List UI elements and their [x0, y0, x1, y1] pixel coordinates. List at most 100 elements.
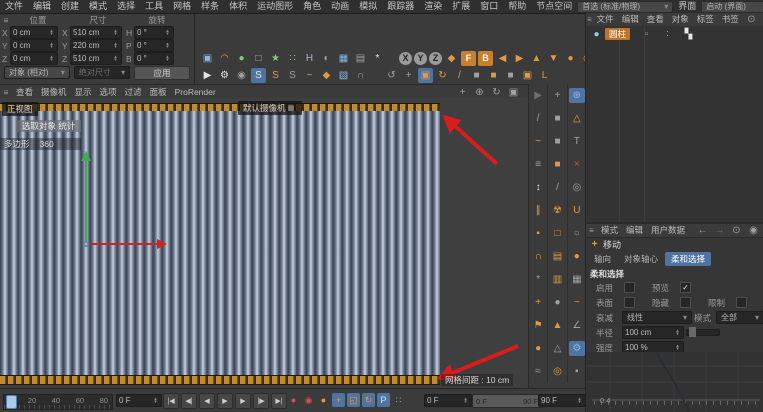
rot-h-field[interactable]: 0 °	[134, 26, 174, 39]
plane-grid-icon[interactable]: ▦	[336, 51, 351, 66]
goto-start-button[interactable]: |◀	[163, 393, 179, 409]
grid-snap-icon[interactable]: ▦	[569, 272, 585, 287]
size-x-field[interactable]: 510 cm	[70, 26, 122, 39]
spinner-icon[interactable]	[48, 30, 55, 36]
object-manager-menu-item[interactable]: 书签	[718, 13, 743, 26]
object-mode-dropdown[interactable]: 对象 (相对)	[4, 66, 70, 79]
disc-icon[interactable]: ◎	[549, 364, 565, 379]
viewport-menu-item[interactable]: 显示	[71, 86, 96, 99]
spinner-icon[interactable]	[164, 43, 171, 49]
target-icon[interactable]: ◎	[569, 180, 585, 195]
angle-icon[interactable]: ∠	[569, 318, 585, 333]
wave-icon[interactable]: ≈	[530, 364, 546, 379]
menubar-item[interactable]: 窗口	[475, 0, 503, 13]
mode-cube-1-icon[interactable]: ■	[469, 68, 484, 83]
spinner-icon[interactable]	[164, 30, 171, 36]
mode-cube-2-icon[interactable]: ■	[486, 68, 501, 83]
limit-checkbox[interactable]	[736, 297, 747, 308]
menubar-item[interactable]: 创建	[56, 0, 84, 13]
menubar-item[interactable]: 运动图形	[252, 0, 298, 13]
menubar-item[interactable]: 跟踪器	[382, 0, 419, 13]
globe-icon[interactable]: ⊕	[569, 88, 585, 103]
spinner-icon[interactable]	[576, 398, 583, 404]
play-button[interactable]: ▶	[217, 393, 233, 409]
falloff-dropdown[interactable]: 线性	[622, 311, 692, 324]
rotate-tool-icon[interactable]: ↻	[435, 68, 450, 83]
hand-icon[interactable]: +	[530, 295, 546, 310]
next-key-button[interactable]: |▶	[253, 393, 269, 409]
pos-x-field[interactable]: 0 cm	[10, 26, 58, 39]
magnet-b-icon[interactable]: U	[569, 203, 585, 218]
goto-end-button[interactable]: ▶|	[271, 393, 287, 409]
back-icon[interactable]: ←	[695, 223, 710, 238]
interface-dropdown[interactable]: 启动 (界面)	[701, 1, 763, 13]
menubar-item[interactable]: 角色	[298, 0, 326, 13]
lock-b-icon[interactable]: ▪	[569, 364, 585, 379]
render-settings-button[interactable]: ⚙	[217, 68, 232, 83]
object-manager-menu-item[interactable]: 查看	[643, 13, 668, 26]
record-keyframe-button[interactable]: ●	[287, 393, 300, 407]
axis-icon[interactable]: +	[549, 88, 565, 103]
size-z-field[interactable]: 510 cm	[70, 52, 122, 65]
object-row[interactable]: ● 圆柱 ▫∶▚	[588, 28, 697, 40]
attribute-menu-item[interactable]: 模式	[597, 224, 622, 237]
menubar-item[interactable]: 扩展	[447, 0, 475, 13]
cluster-icon[interactable]: ∷	[285, 51, 300, 66]
spinner-icon[interactable]	[48, 56, 55, 62]
viewport-canvas[interactable]: 正视图 默认摄像机 ▦ 选取对象 统计 多边形 360 网格间距 : 10 cm	[0, 98, 528, 388]
magnet-icon[interactable]: H	[302, 51, 317, 66]
key-position-toggle[interactable]: +	[332, 393, 345, 407]
menubar-item[interactable]: 模式	[84, 0, 112, 13]
tab-object-axis[interactable]: 对象轴心	[618, 252, 664, 266]
viewport-menu-item[interactable]: 面板	[146, 86, 171, 99]
sphere-orange-button[interactable]: ●	[563, 51, 578, 66]
visibility-dots-icon[interactable]: ∶	[660, 27, 675, 42]
pos-y-field[interactable]: 0 cm	[10, 39, 58, 52]
object-manager-menu-item[interactable]: 对象	[668, 13, 693, 26]
sss-button-1[interactable]: S	[251, 68, 266, 83]
cube-a-icon[interactable]: ■	[549, 111, 565, 126]
b-button[interactable]: B	[478, 51, 493, 66]
menubar-item[interactable]: 选择	[112, 0, 140, 13]
radioactive-icon[interactable]: ☢	[549, 203, 565, 218]
sss-button-2[interactable]: S	[268, 68, 283, 83]
tab-soft-selection[interactable]: 柔和选择	[665, 252, 711, 266]
paint-icon[interactable]: ~	[302, 68, 317, 83]
mode-dropdown[interactable]: 全部	[716, 311, 763, 324]
panel-menu-icon[interactable]: ≡	[587, 223, 596, 238]
menubar-item[interactable]: 渲染	[419, 0, 447, 13]
z-axis-lock-button[interactable]: Z	[429, 52, 442, 65]
attribute-menu-item[interactable]: 用户数据	[647, 224, 689, 237]
surface-checkbox[interactable]	[624, 297, 635, 308]
mixer-icon[interactable]: ∥	[530, 203, 546, 218]
sss-button-3[interactable]: S	[285, 68, 300, 83]
clone-icon[interactable]: ≡	[530, 157, 546, 172]
drop-icon[interactable]: ●	[530, 341, 546, 356]
prev-arrow-button[interactable]: ◀	[495, 51, 510, 66]
apply-button[interactable]: 应用	[134, 66, 190, 80]
knife-b-icon[interactable]: /	[549, 180, 565, 195]
menubar-item[interactable]: 帮助	[503, 0, 531, 13]
radius-slider[interactable]	[686, 329, 720, 336]
f-button[interactable]: F	[461, 51, 476, 66]
dome-icon[interactable]: ∩	[353, 68, 368, 83]
prev-frame-button[interactable]: ◀	[199, 393, 215, 409]
box-stack-icon[interactable]: ▤	[549, 249, 565, 264]
spinner-icon[interactable]	[164, 56, 171, 62]
key-scale-toggle[interactable]: ◱	[347, 393, 360, 407]
menubar-item[interactable]: 样条	[196, 0, 224, 13]
dot-icon[interactable]: ●	[569, 249, 585, 264]
size-mode-dropdown[interactable]: 绝对尺寸	[74, 66, 130, 79]
object-cylinder-icon[interactable]: ●	[589, 27, 604, 42]
menubar-item[interactable]: 工具	[140, 0, 168, 13]
spinner-icon[interactable]	[674, 345, 681, 351]
ruler-icon[interactable]: L	[537, 68, 552, 83]
spinner-icon[interactable]	[462, 398, 469, 404]
bag-icon[interactable]: ▪	[530, 226, 546, 241]
forward-icon[interactable]: →	[712, 223, 727, 238]
viewport-menu-item[interactable]: 查看	[12, 86, 37, 99]
tab-axis[interactable]: 轴向	[588, 252, 617, 266]
preview-checkbox[interactable]: ✓	[680, 282, 691, 293]
menubar-item[interactable]: 动画	[326, 0, 354, 13]
flag-icon[interactable]: ⚑	[530, 318, 546, 333]
